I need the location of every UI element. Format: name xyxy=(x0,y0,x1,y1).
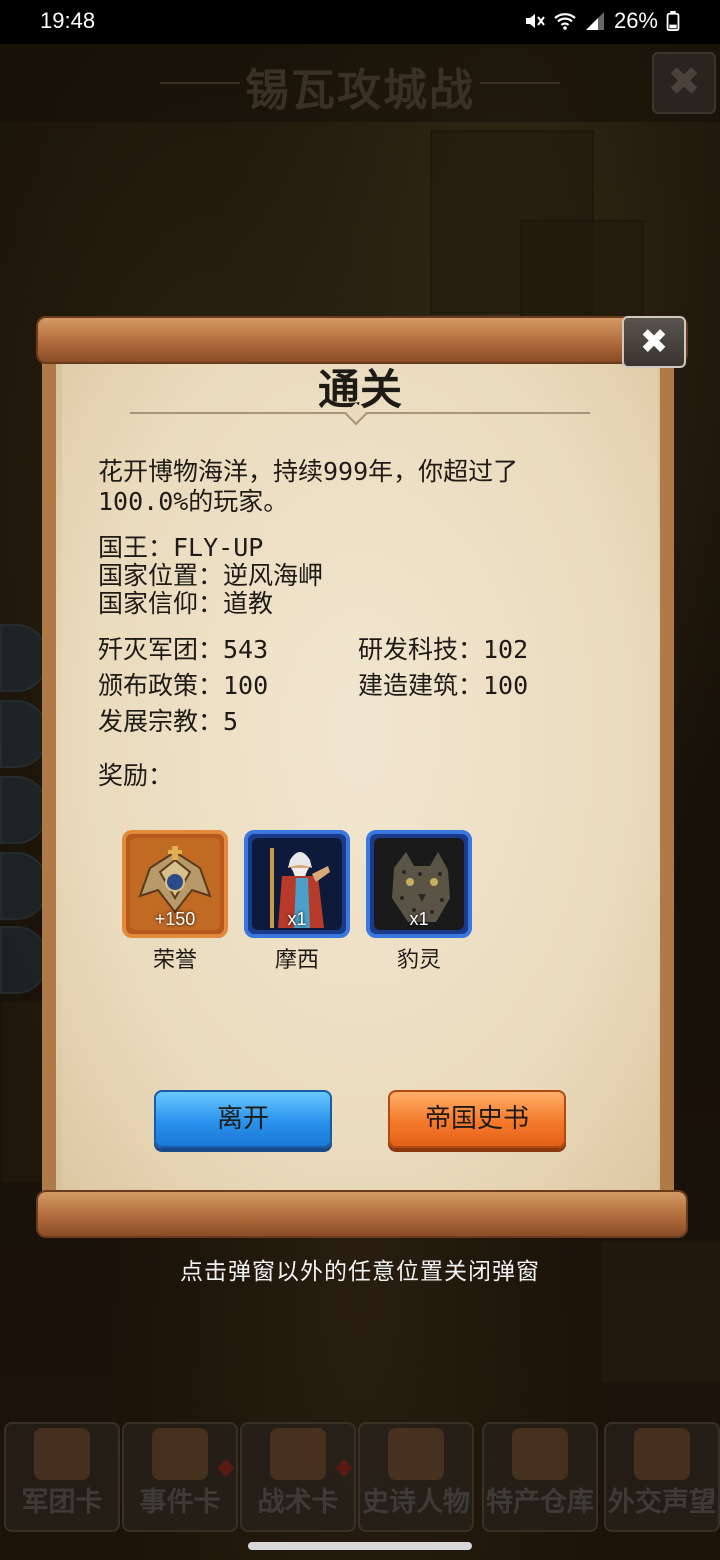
shield-icon xyxy=(270,1428,326,1480)
nav-label: 特产仓库 xyxy=(486,1487,594,1518)
signal-icon xyxy=(585,12,604,30)
nav-tactic-cards[interactable]: 战术卡 xyxy=(240,1422,356,1532)
reward-quantity: +150 xyxy=(154,909,196,929)
nav-label: 外交声望 xyxy=(608,1487,716,1518)
reward-item[interactable]: +150 荣誉 xyxy=(122,830,232,974)
close-icon[interactable]: ✖ xyxy=(652,52,716,114)
summary-line-2: 100.0%的玩家。 xyxy=(98,487,289,516)
status-time: 19:48 xyxy=(40,8,96,33)
empire-history-button[interactable]: 帝国史书 xyxy=(388,1090,566,1148)
stat-buildings: 建造建筑：100 xyxy=(358,671,529,700)
faith-info: 国家信仰：道教 xyxy=(98,589,274,618)
rewards-label: 奖励： xyxy=(98,761,174,790)
nav-label: 战术卡 xyxy=(257,1487,339,1518)
helmet-icon xyxy=(34,1428,90,1480)
scroll-rod-bottom xyxy=(36,1190,688,1238)
status-bar: 19:48 26% xyxy=(0,0,720,44)
background-page-title: 锡瓦攻城战 xyxy=(245,65,475,116)
stat-destroyed-legions: 歼灭军团：543 xyxy=(98,635,269,664)
reward-name: 荣誉 xyxy=(152,948,197,973)
battery-percent: 26% xyxy=(613,8,658,33)
nav-label: 军团卡 xyxy=(21,1487,103,1518)
stat-religions: 发展宗教：5 xyxy=(98,707,239,736)
nav-label: 史诗人物 xyxy=(362,1487,470,1518)
reward-name: 摩西 xyxy=(274,948,319,973)
nav-event-cards[interactable]: 事件卡 xyxy=(122,1422,238,1532)
nav-epic-figures[interactable]: 史诗人物 xyxy=(358,1422,474,1532)
dismiss-hint: 点击弹窗以外的任意位置关闭弹窗 xyxy=(180,1259,540,1285)
home-indicator[interactable] xyxy=(248,1542,472,1550)
bottom-nav: 军团卡 事件卡 战术卡 史诗人物 特产仓库 外交声望 xyxy=(0,1418,720,1534)
notification-badge xyxy=(335,1459,353,1477)
reward-quantity: x1 xyxy=(287,909,307,929)
battery-icon xyxy=(666,11,680,31)
reward-name: 豹灵 xyxy=(396,948,441,973)
notification-badge xyxy=(217,1459,235,1477)
reward-quantity: x1 xyxy=(409,909,429,929)
letter-icon xyxy=(634,1428,690,1480)
nav-label: 事件卡 xyxy=(139,1487,221,1518)
reward-item[interactable]: x1 豹灵 xyxy=(366,830,476,974)
mute-icon xyxy=(525,14,545,28)
chest-icon xyxy=(512,1428,568,1480)
scroll-icon xyxy=(152,1428,208,1480)
wifi-icon xyxy=(554,13,576,30)
nav-legion-cards[interactable]: 军团卡 xyxy=(4,1422,120,1532)
leave-button[interactable]: 离开 xyxy=(154,1090,332,1148)
nav-specialty-warehouse[interactable]: 特产仓库 xyxy=(482,1422,598,1532)
stat-policies: 颁布政策：100 xyxy=(98,671,269,700)
stat-research: 研发科技：102 xyxy=(358,635,529,664)
crown-icon xyxy=(388,1428,444,1480)
reward-item[interactable]: x1 摩西 xyxy=(244,830,354,974)
nav-diplomatic-reputation[interactable]: 外交声望 xyxy=(604,1422,720,1532)
